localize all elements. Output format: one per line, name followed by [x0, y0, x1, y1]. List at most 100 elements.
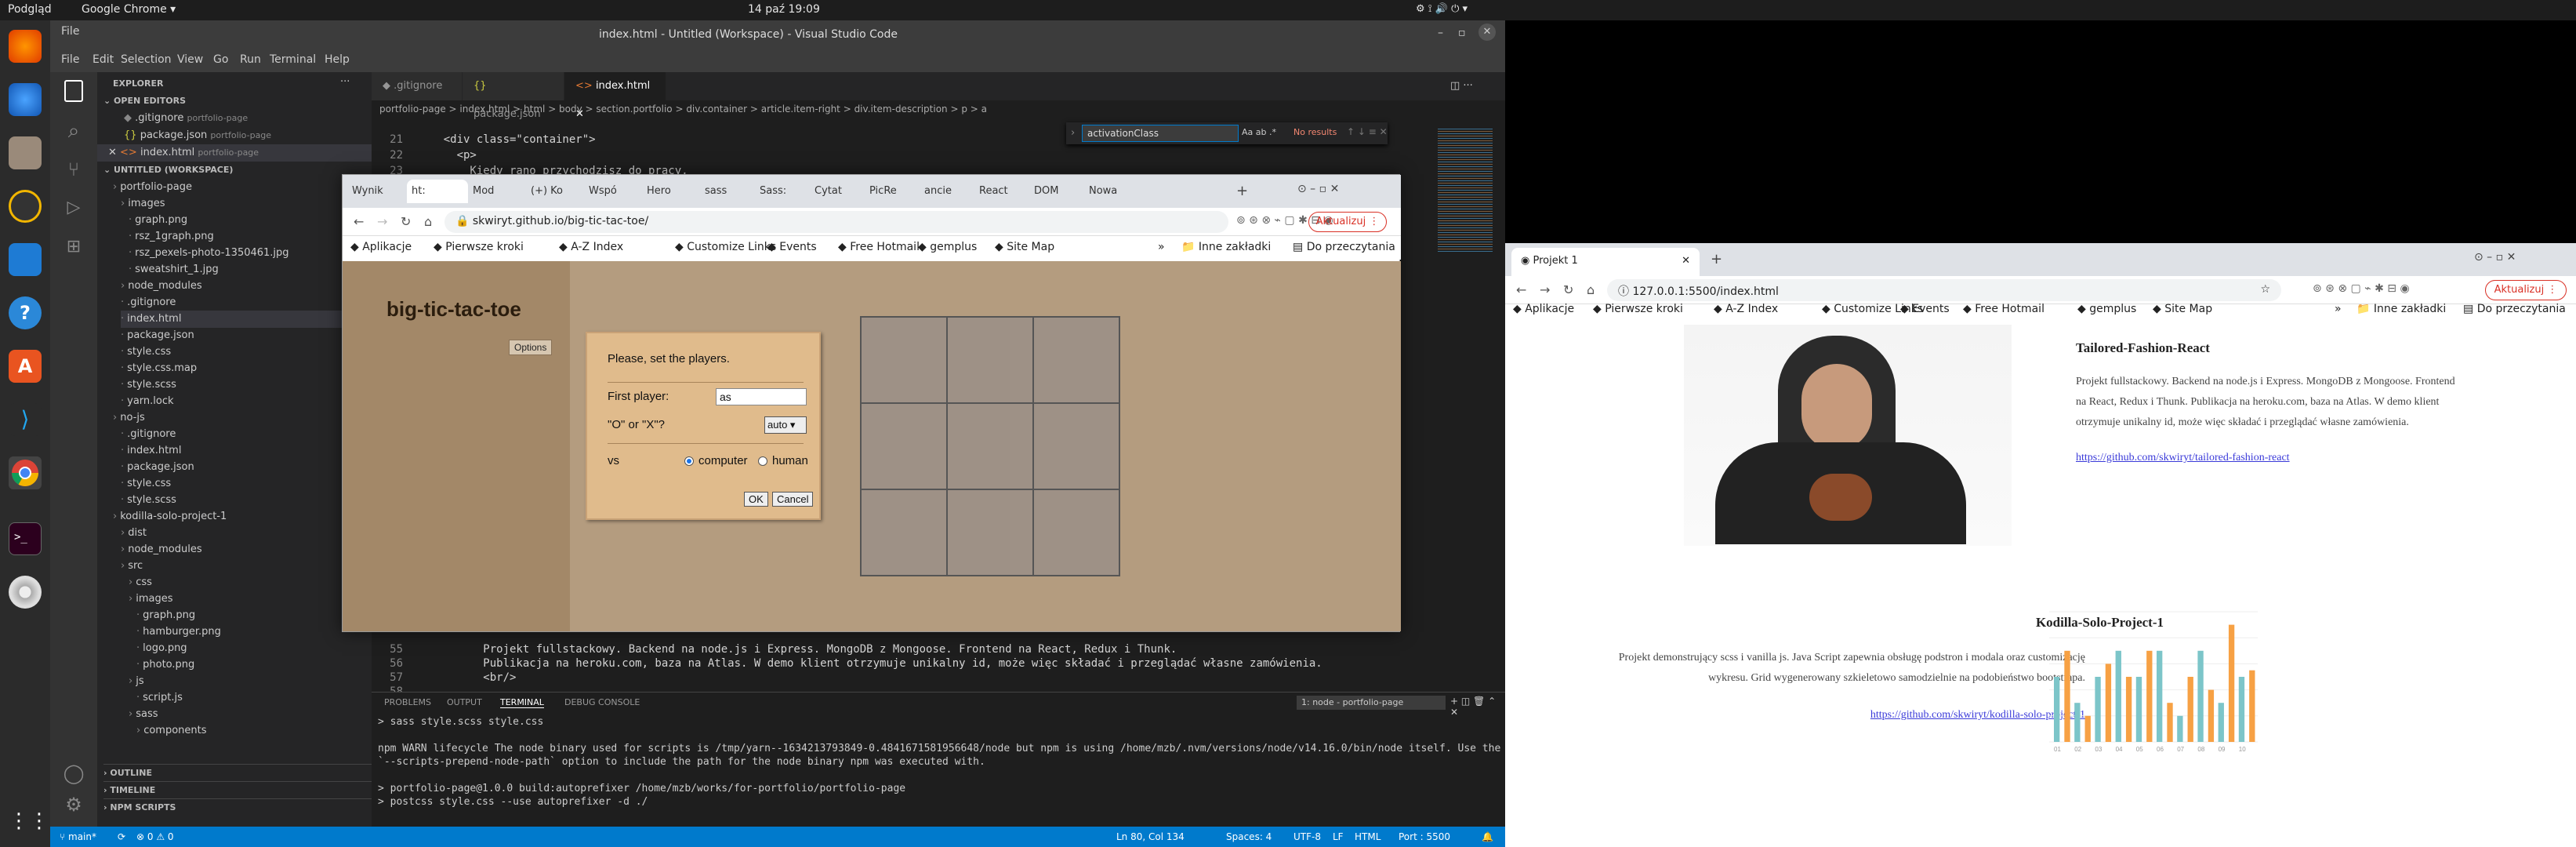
help-icon[interactable]: ? [9, 296, 42, 329]
chrome1-tab[interactable]: Cytat [810, 180, 865, 203]
bookmarks-overflow-icon[interactable]: » [2335, 303, 2342, 315]
software-icon[interactable]: A [9, 350, 42, 383]
tree-file[interactable]: · hamburger.png [136, 623, 356, 641]
chrome1-tab[interactable]: Nowa [1084, 180, 1144, 203]
maximize-button[interactable]: ▫ [1458, 27, 1466, 39]
bookmark-item[interactable]: ◆ Events [767, 241, 817, 253]
tree-file[interactable]: · package.json [121, 459, 356, 476]
apps-grid-icon[interactable]: ⋮⋮⋮ [9, 805, 70, 838]
tree-file[interactable]: · style.css.map [121, 360, 356, 377]
tree-folder[interactable]: › css [129, 574, 356, 591]
ok-button[interactable]: OK [744, 492, 768, 507]
source-control-icon[interactable]: ⑂ [60, 158, 88, 187]
chrome2-update-button[interactable]: Aktualizuj ⋮ [2485, 280, 2567, 300]
tree-file[interactable]: · rsz_1graph.png [129, 228, 356, 245]
open-editor-item[interactable]: {} package.json portfolio-page [124, 127, 367, 144]
menu-file[interactable]: File [61, 25, 79, 38]
bookmark-item[interactable]: ◆ Site Map [2153, 303, 2212, 315]
chrome1-tab[interactable]: Mod [468, 180, 526, 203]
tree-file[interactable]: · index.html [121, 442, 356, 460]
bookmark-item[interactable]: ◆ Events [1900, 303, 1950, 315]
find-nav-icons[interactable]: ↑ ↓ ≡ ✕ [1347, 126, 1388, 137]
computer-radio[interactable] [684, 456, 694, 466]
new-tab-button[interactable]: + [1711, 251, 1722, 267]
find-options-icon[interactable]: Aa ab .* [1242, 127, 1276, 137]
status-position[interactable]: Ln 80, Col 134 [1116, 831, 1185, 842]
chrome1-tab[interactable]: sass [700, 180, 755, 203]
tree-folder[interactable]: › images [121, 195, 356, 213]
find-toggle-icon[interactable]: › [1071, 127, 1075, 139]
extensions-icon[interactable]: ⊞ [60, 237, 88, 265]
chrome1-tab[interactable]: ht: [407, 180, 468, 203]
bookmark-item[interactable]: ◆ Aplikacje [1513, 303, 1574, 315]
status-sync-icon[interactable]: ⟳ [118, 831, 125, 842]
back-icon[interactable]: ← [354, 214, 364, 229]
human-radio[interactable] [758, 456, 767, 466]
tree-file[interactable]: · index.html [121, 311, 356, 328]
tree-folder[interactable]: › dist [121, 525, 356, 542]
cancel-button[interactable]: Cancel [772, 492, 814, 507]
first-player-input[interactable]: as [716, 388, 807, 405]
tree-file[interactable]: · package.json [121, 327, 356, 344]
tree-file[interactable]: · style.scss [121, 492, 356, 509]
browser-app-label[interactable]: Google Chrome ▾ [82, 3, 176, 16]
tree-file[interactable]: · .gitignore [121, 294, 356, 311]
back-icon[interactable]: ← [1516, 282, 1526, 297]
active-app-label[interactable]: Podgląd [8, 3, 52, 16]
tree-folder[interactable]: › sass [129, 706, 356, 723]
status-problems[interactable]: ⊗ 0 ⚠ 0 [136, 831, 174, 842]
chrome2-window-controls[interactable]: ⊙ – ▫ ✕ [2474, 251, 2516, 264]
bookmark-item[interactable]: ◆ gemplus [2077, 303, 2136, 315]
bookmark-item[interactable]: ◆ Pierwsze kroki [434, 241, 524, 253]
tree-file[interactable]: · .gitignore [121, 426, 356, 443]
tree-file[interactable]: · rsz_pexels-photo-1350461.jpg [129, 245, 356, 262]
find-input[interactable]: activationClass [1082, 125, 1239, 142]
tree-folder[interactable]: › src [121, 558, 356, 575]
chrome1-tab[interactable]: React [974, 180, 1029, 203]
chrome1-tab[interactable]: ancie [920, 180, 974, 203]
menu-help[interactable]: Help [325, 53, 350, 66]
bookmark-item[interactable]: ◆ A-Z Index [1714, 303, 1778, 315]
panel-tab-output[interactable]: OUTPUT [447, 697, 482, 707]
breadcrumb[interactable]: portfolio-page > index.html > html > bod… [379, 104, 987, 115]
tree-file[interactable]: · style.css [121, 344, 356, 361]
thunderbird-icon[interactable] [9, 83, 42, 116]
code-line[interactable]: Projekt fullstackowy. Backend na node.js… [417, 643, 1177, 656]
chrome2-address-bar[interactable]: ⓘ 127.0.0.1:5500/index.html ☆ [1607, 279, 2281, 301]
tree-file[interactable]: · graph.png [136, 607, 356, 624]
notifications-bell-icon[interactable]: 🔔 [1482, 831, 1493, 842]
chrome1-tab[interactable]: DOM [1029, 180, 1084, 203]
tree-file[interactable]: · style.css [121, 475, 356, 493]
chrome-icon[interactable] [9, 456, 42, 489]
reload-icon[interactable]: ↻ [401, 214, 411, 229]
code-line[interactable]: Publikacja na heroku.com, baza na Atlas.… [417, 657, 1322, 670]
npm-scripts-heading[interactable]: › NPM SCRIPTS [103, 798, 372, 816]
tree-file[interactable]: · style.scss [121, 376, 356, 394]
explorer-icon[interactable] [64, 80, 83, 102]
account-icon[interactable]: ◯ [60, 762, 88, 791]
tree-file[interactable]: · graph.png [129, 212, 356, 229]
chrome1-tab[interactable]: (+) Ko [526, 180, 584, 203]
split-editor-icon[interactable]: ◫ ··· [1450, 80, 1473, 92]
menu-run[interactable]: Run [240, 53, 261, 66]
libreoffice-icon[interactable] [9, 243, 42, 276]
status-spaces[interactable]: Spaces: 4 [1226, 831, 1272, 842]
open-editor-item-active[interactable]: ✕ <> index.html portfolio-page [97, 144, 372, 162]
code-line[interactable]: <div class="container"> [417, 133, 596, 146]
panel-tab-debug-console[interactable]: DEBUG CONSOLE [564, 697, 640, 707]
tab-package-json[interactable]: {} package.json [463, 72, 564, 120]
tree-file[interactable]: · sweatshirt_1.jpg [129, 261, 356, 278]
tree-folder[interactable]: › portfolio-page [113, 179, 356, 196]
status-branch[interactable]: ⑂ main* [60, 831, 96, 842]
close-button[interactable]: ✕ [1478, 24, 1496, 41]
status-language[interactable]: HTML [1355, 831, 1381, 842]
home-icon[interactable]: ⌂ [1587, 282, 1595, 297]
run-debug-icon[interactable]: ▷ [60, 198, 88, 226]
dvd-icon[interactable] [9, 576, 42, 609]
system-tray-icons[interactable]: ⚙ ⟟ 🔊 ⏻ ▾ [1416, 3, 1468, 15]
tree-file[interactable]: · photo.png [136, 656, 356, 674]
explorer-more-icon[interactable]: ··· [340, 74, 350, 91]
forward-icon[interactable]: → [377, 214, 387, 229]
chrome1-tab[interactable]: Wynik [347, 180, 407, 203]
status-encoding[interactable]: UTF-8 [1293, 831, 1321, 842]
